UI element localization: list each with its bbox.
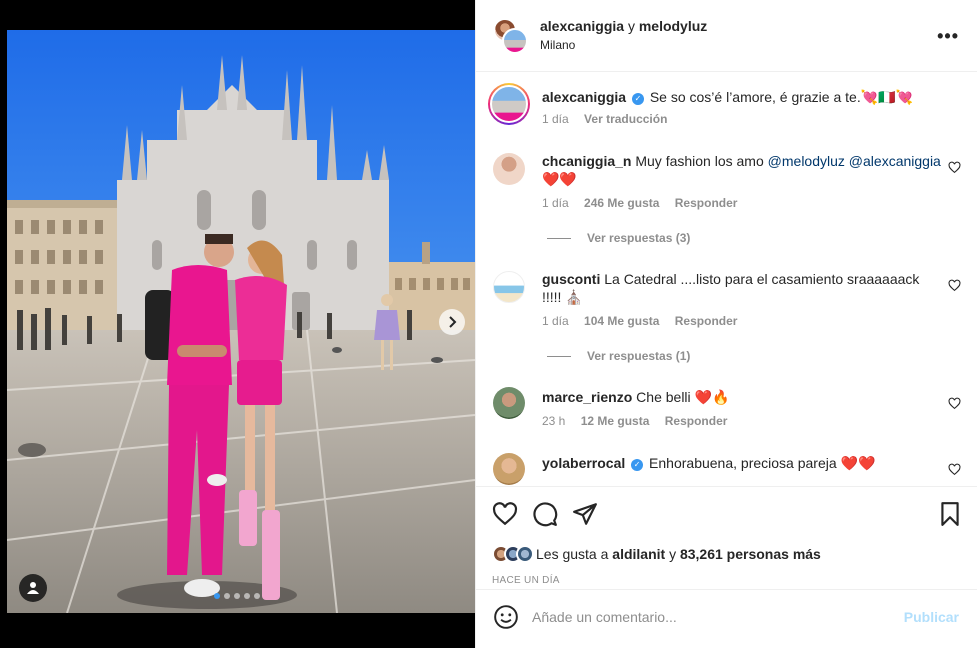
comment-body: Muy fashion los amo	[635, 153, 764, 169]
replies-divider	[547, 238, 571, 240]
avatar	[502, 28, 528, 54]
comment-meta: 1 día 104 Me gusta Responder	[542, 314, 749, 328]
view-replies-label: Ver respuestas (1)	[587, 349, 691, 363]
comment-body: Enhorabuena, preciosa pareja ❤️❤️	[649, 455, 876, 471]
collab-separator: y	[627, 18, 635, 34]
likes-count[interactable]: 246 Me gusta	[584, 196, 659, 210]
post-actions	[476, 486, 977, 544]
comment-input[interactable]	[532, 606, 892, 628]
view-replies-button[interactable]: Ver respuestas (3)	[547, 231, 690, 245]
tagged-users-button[interactable]	[19, 574, 47, 602]
chevron-right-icon	[449, 316, 457, 328]
collab-usernames: alexcaniggia y melodyluz	[540, 18, 707, 34]
emoji-icon[interactable]	[493, 604, 519, 630]
username-link[interactable]: alexcaniggia	[542, 89, 626, 105]
next-photo-button[interactable]	[439, 309, 465, 335]
username-link[interactable]: chcaniggia_n	[542, 153, 631, 169]
likes-count[interactable]: 104 Me gusta	[584, 314, 659, 328]
comment-text: gusconti La Catedral ....listo para el c…	[542, 270, 941, 306]
verified-badge-icon: ✓	[631, 459, 644, 471]
view-replies-label: Ver respuestas (3)	[587, 231, 691, 245]
comment-text: yolaberrocal ✓ Enhorabuena, preciosa par…	[542, 454, 941, 472]
liker-avatars	[492, 545, 534, 563]
timestamp[interactable]: 1 día	[542, 314, 569, 328]
translate-link[interactable]: Ver traducción	[584, 112, 667, 126]
avatar[interactable]	[488, 83, 530, 125]
reply-button[interactable]: Responder	[675, 314, 738, 328]
comment-meta: 1 día 246 Me gusta Responder	[542, 196, 749, 210]
post-photo[interactable]	[7, 30, 475, 613]
reply-button[interactable]: Responder	[665, 414, 728, 428]
carousel-dot	[224, 593, 230, 599]
replies-divider	[547, 356, 571, 358]
username-link[interactable]: marce_rienzo	[542, 389, 632, 405]
photo-illustration	[7, 30, 475, 613]
mention-link[interactable]: @alexcaniggia	[849, 153, 941, 169]
avatar	[516, 545, 534, 563]
publish-button[interactable]: Publicar	[904, 609, 959, 625]
post-side-panel: alexcaniggia y melodyluz Milano ••• alex…	[475, 0, 977, 648]
likes-joiner: y	[669, 546, 677, 562]
timestamp[interactable]: 1 día	[542, 196, 569, 210]
mention-link[interactable]: @melodyluz	[768, 153, 845, 169]
post-date[interactable]: HACE UN DÍA	[492, 575, 560, 586]
comment-body: Che belli ❤️🔥	[636, 389, 730, 405]
username-link[interactable]: gusconti	[542, 271, 600, 287]
more-options-icon[interactable]: •••	[937, 26, 959, 47]
carousel-dot	[244, 593, 250, 599]
post-header: alexcaniggia y melodyluz Milano •••	[476, 0, 977, 72]
username-link[interactable]: yolaberrocal	[542, 455, 625, 471]
bookmark-icon[interactable]	[937, 501, 963, 527]
comments-list[interactable]: alexcaniggia ✓ Se so cos’é l’amore, é gr…	[476, 73, 977, 486]
avatar[interactable]	[493, 387, 525, 419]
like-comment-heart-icon[interactable]	[948, 161, 961, 174]
like-comment-heart-icon[interactable]	[948, 397, 961, 410]
carousel-dot	[254, 593, 260, 599]
like-comment-heart-icon[interactable]	[948, 279, 961, 292]
carousel-indicators	[214, 593, 260, 599]
likes-count-link[interactable]: 83,261 personas más	[680, 546, 821, 562]
likes-prefix: Les gusta a	[536, 546, 609, 562]
username-link[interactable]: melodyluz	[639, 18, 707, 34]
likes-summary: Les gusta a aldilanit y 83,261 personas …	[492, 542, 821, 566]
share-send-icon[interactable]	[572, 501, 598, 527]
caption-meta: 1 día Ver traducción	[542, 112, 679, 126]
location-link[interactable]: Milano	[540, 38, 575, 52]
user-icon	[27, 582, 39, 594]
carousel-dot	[234, 593, 240, 599]
caption-text: alexcaniggia ✓ Se so cos’é l’amore, é gr…	[542, 88, 941, 106]
comment-icon[interactable]	[532, 501, 558, 527]
likes-count[interactable]: 12 Me gusta	[581, 414, 650, 428]
reply-button[interactable]: Responder	[675, 196, 738, 210]
verified-badge-icon: ✓	[631, 93, 644, 105]
view-replies-button[interactable]: Ver respuestas (1)	[547, 349, 690, 363]
like-comment-heart-icon[interactable]	[948, 463, 961, 476]
caption-body: Se so cos’é l’amore, é grazie a te.💘🇮🇹💘	[649, 89, 914, 105]
comment-text: marce_rienzo Che belli ❤️🔥	[542, 388, 941, 406]
comment-meta: 23 h 12 Me gusta Responder	[542, 414, 739, 428]
timestamp[interactable]: 23 h	[542, 414, 565, 428]
username-link[interactable]: aldilanit	[612, 546, 665, 562]
post-media-area	[0, 0, 475, 648]
avatar[interactable]	[493, 453, 525, 485]
avatar[interactable]	[493, 153, 525, 185]
collab-avatars[interactable]	[493, 18, 529, 54]
username-link[interactable]: alexcaniggia	[540, 18, 624, 34]
avatar[interactable]	[493, 271, 525, 303]
timestamp[interactable]: 1 día	[542, 112, 569, 126]
carousel-dot	[214, 593, 220, 599]
like-heart-icon[interactable]	[492, 501, 518, 527]
add-comment-bar: Publicar	[476, 589, 977, 648]
comment-emoji: ❤️❤️	[542, 171, 577, 187]
comment-text: chcaniggia_n Muy fashion los amo @melody…	[542, 152, 941, 188]
